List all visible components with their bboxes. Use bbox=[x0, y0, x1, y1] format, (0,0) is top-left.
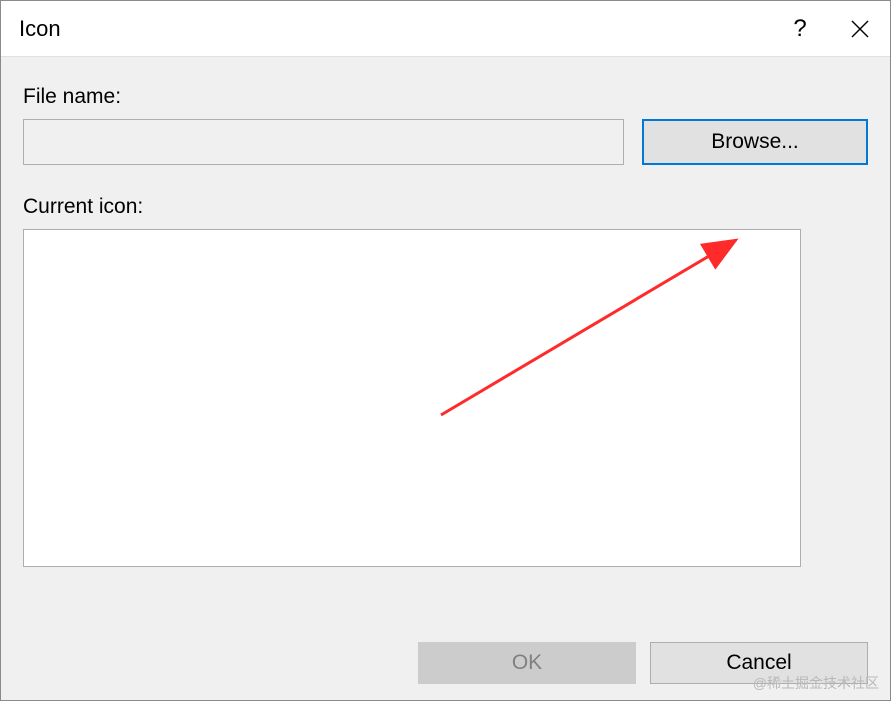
file-name-label: File name: bbox=[23, 85, 868, 109]
dialog-title: Icon bbox=[19, 16, 770, 42]
browse-button[interactable]: Browse... bbox=[642, 119, 868, 165]
help-icon: ? bbox=[793, 15, 806, 43]
dialog-button-row: OK Cancel bbox=[1, 625, 890, 700]
close-icon bbox=[851, 20, 869, 38]
ok-button[interactable]: OK bbox=[418, 642, 636, 684]
current-icon-preview bbox=[23, 229, 801, 567]
dialog-content: File name: Browse... Current icon: bbox=[1, 57, 890, 625]
help-button[interactable]: ? bbox=[770, 1, 830, 57]
close-button[interactable] bbox=[830, 1, 890, 57]
file-name-input[interactable] bbox=[23, 119, 624, 165]
titlebar: Icon ? bbox=[1, 1, 890, 57]
cancel-button[interactable]: Cancel bbox=[650, 642, 868, 684]
current-icon-label: Current icon: bbox=[23, 195, 868, 219]
icon-dialog: Icon ? File name: Browse... Current icon… bbox=[0, 0, 891, 701]
file-name-row: Browse... bbox=[23, 119, 868, 165]
